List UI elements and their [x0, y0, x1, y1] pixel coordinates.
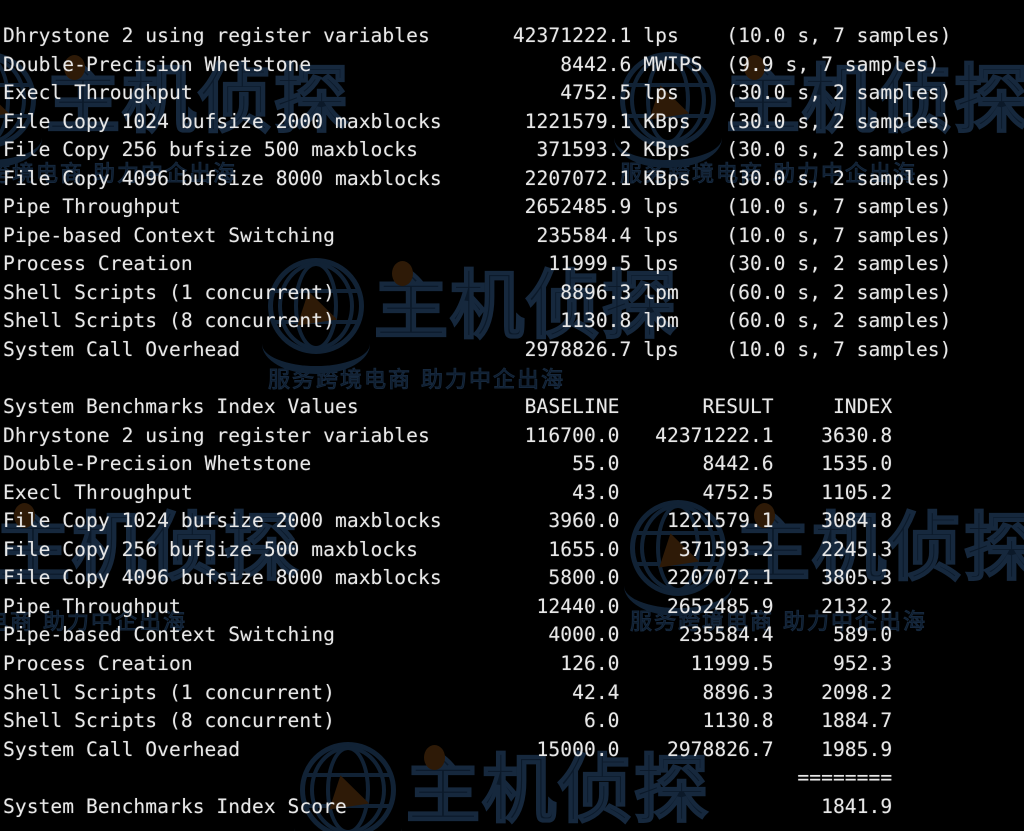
terminal-window: 主机侦探 服务跨境电商 助力中企出海 主机侦探 服务跨境电商 助力中企出海: [0, 0, 1024, 831]
terminal-output: Dhrystone 2 using register variables 423…: [0, 0, 1024, 831]
benchmark-report-text: Dhrystone 2 using register variables 423…: [3, 24, 952, 818]
